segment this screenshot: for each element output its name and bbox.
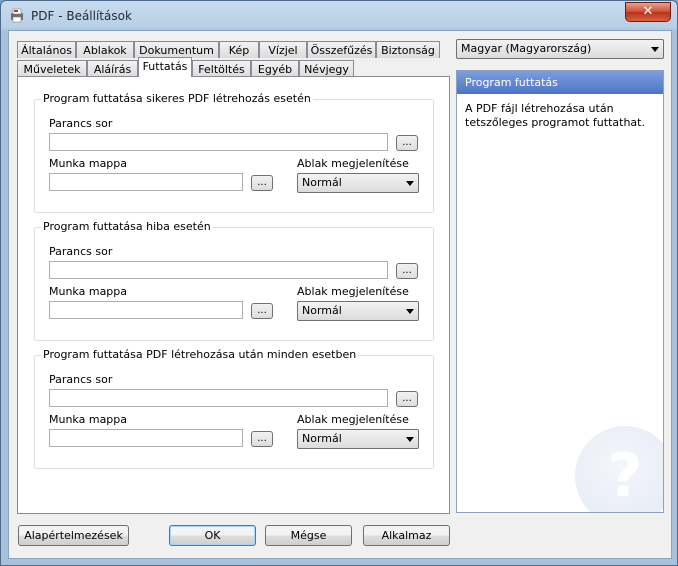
command-line-input[interactable] bbox=[49, 261, 388, 279]
window-display-select[interactable]: Normál bbox=[297, 173, 419, 193]
tab-watermark[interactable]: Vízjel bbox=[259, 41, 307, 58]
window-display-value: Normál bbox=[302, 176, 342, 189]
command-line-input[interactable] bbox=[49, 389, 388, 407]
folder-browse-button[interactable]: ... bbox=[251, 431, 273, 447]
settings-window: PDF - Beállítások ✕ Általános Ablakok Do… bbox=[0, 0, 678, 566]
run-tab-panel: Program futtatása sikeres PDF létrehozás… bbox=[17, 76, 450, 514]
tab-upload[interactable]: Feltöltés bbox=[192, 60, 251, 77]
language-select[interactable]: Magyar (Magyarország) bbox=[456, 39, 664, 59]
apply-button[interactable]: Alkalmaz bbox=[363, 525, 450, 546]
chevron-down-icon bbox=[406, 309, 414, 314]
title-bar[interactable]: PDF - Beállítások ✕ bbox=[1, 1, 677, 31]
tab-signature[interactable]: Aláírás bbox=[87, 60, 138, 77]
ok-button[interactable]: OK bbox=[169, 525, 256, 546]
language-value: Magyar (Magyarország) bbox=[461, 42, 592, 55]
group-title: Program futtatása sikeres PDF létrehozás… bbox=[41, 92, 313, 105]
dialog-client-area: Általános Ablakok Dokumentum Kép Vízjel … bbox=[8, 30, 672, 559]
chevron-down-icon bbox=[651, 47, 659, 52]
working-folder-label: Munka mappa bbox=[49, 285, 128, 298]
command-browse-button[interactable]: ... bbox=[396, 391, 418, 407]
defaults-button[interactable]: Alapértelmezések bbox=[18, 525, 129, 546]
question-mark-icon: ? bbox=[575, 426, 663, 512]
window-display-label: Ablak megjelenítése bbox=[297, 157, 409, 170]
tab-general[interactable]: Általános bbox=[17, 41, 76, 58]
help-panel: Program futtatás A PDF fájl létrehozása … bbox=[456, 70, 664, 513]
tab-document[interactable]: Dokumentum bbox=[134, 41, 219, 58]
window-display-label: Ablak megjelenítése bbox=[297, 413, 409, 426]
tab-other[interactable]: Egyéb bbox=[251, 60, 299, 77]
folder-browse-button[interactable]: ... bbox=[251, 303, 273, 319]
window-display-value: Normál bbox=[302, 304, 342, 317]
tab-merge[interactable]: Összefűzés bbox=[307, 41, 376, 58]
run-always-group: Program futtatása PDF létrehozása után m… bbox=[34, 348, 434, 469]
chevron-down-icon bbox=[406, 437, 414, 442]
tab-image[interactable]: Kép bbox=[219, 41, 259, 58]
command-line-label: Parancs sor bbox=[49, 117, 113, 130]
cancel-button[interactable]: Mégse bbox=[265, 525, 352, 546]
tab-about[interactable]: Névjegy bbox=[299, 60, 354, 77]
working-folder-input[interactable] bbox=[49, 429, 243, 447]
tab-operations[interactable]: Műveletek bbox=[17, 60, 87, 77]
window-display-label: Ablak megjelenítése bbox=[297, 285, 409, 298]
folder-browse-button[interactable]: ... bbox=[251, 175, 273, 191]
run-on-success-group: Program futtatása sikeres PDF létrehozás… bbox=[34, 92, 434, 213]
working-folder-label: Munka mappa bbox=[49, 413, 128, 426]
window-title: PDF - Beállítások bbox=[31, 9, 132, 23]
group-title: Program futtatása PDF létrehozása után m… bbox=[41, 348, 359, 361]
run-on-error-group: Program futtatása hiba esetén Parancs so… bbox=[34, 220, 434, 341]
help-title: Program futtatás bbox=[457, 71, 663, 94]
group-title: Program futtatása hiba esetén bbox=[41, 220, 213, 233]
window-display-select[interactable]: Normál bbox=[297, 301, 419, 321]
command-line-label: Parancs sor bbox=[49, 373, 113, 386]
window-display-select[interactable]: Normál bbox=[297, 429, 419, 449]
window-display-value: Normál bbox=[302, 432, 342, 445]
tab-run[interactable]: Futtatás bbox=[138, 57, 192, 77]
close-button[interactable]: ✕ bbox=[625, 2, 671, 22]
command-line-input[interactable] bbox=[49, 133, 388, 151]
chevron-down-icon bbox=[406, 181, 414, 186]
working-folder-input[interactable] bbox=[49, 301, 243, 319]
help-text: A PDF fájl létrehozása után tetszőleges … bbox=[465, 102, 645, 129]
command-line-label: Parancs sor bbox=[49, 245, 113, 258]
tab-security[interactable]: Biztonság bbox=[376, 41, 440, 58]
tab-windows[interactable]: Ablakok bbox=[76, 41, 134, 58]
command-browse-button[interactable]: ... bbox=[396, 263, 418, 279]
command-browse-button[interactable]: ... bbox=[396, 135, 418, 151]
working-folder-label: Munka mappa bbox=[49, 157, 128, 170]
working-folder-input[interactable] bbox=[49, 173, 243, 191]
pdf-printer-icon bbox=[11, 8, 23, 23]
